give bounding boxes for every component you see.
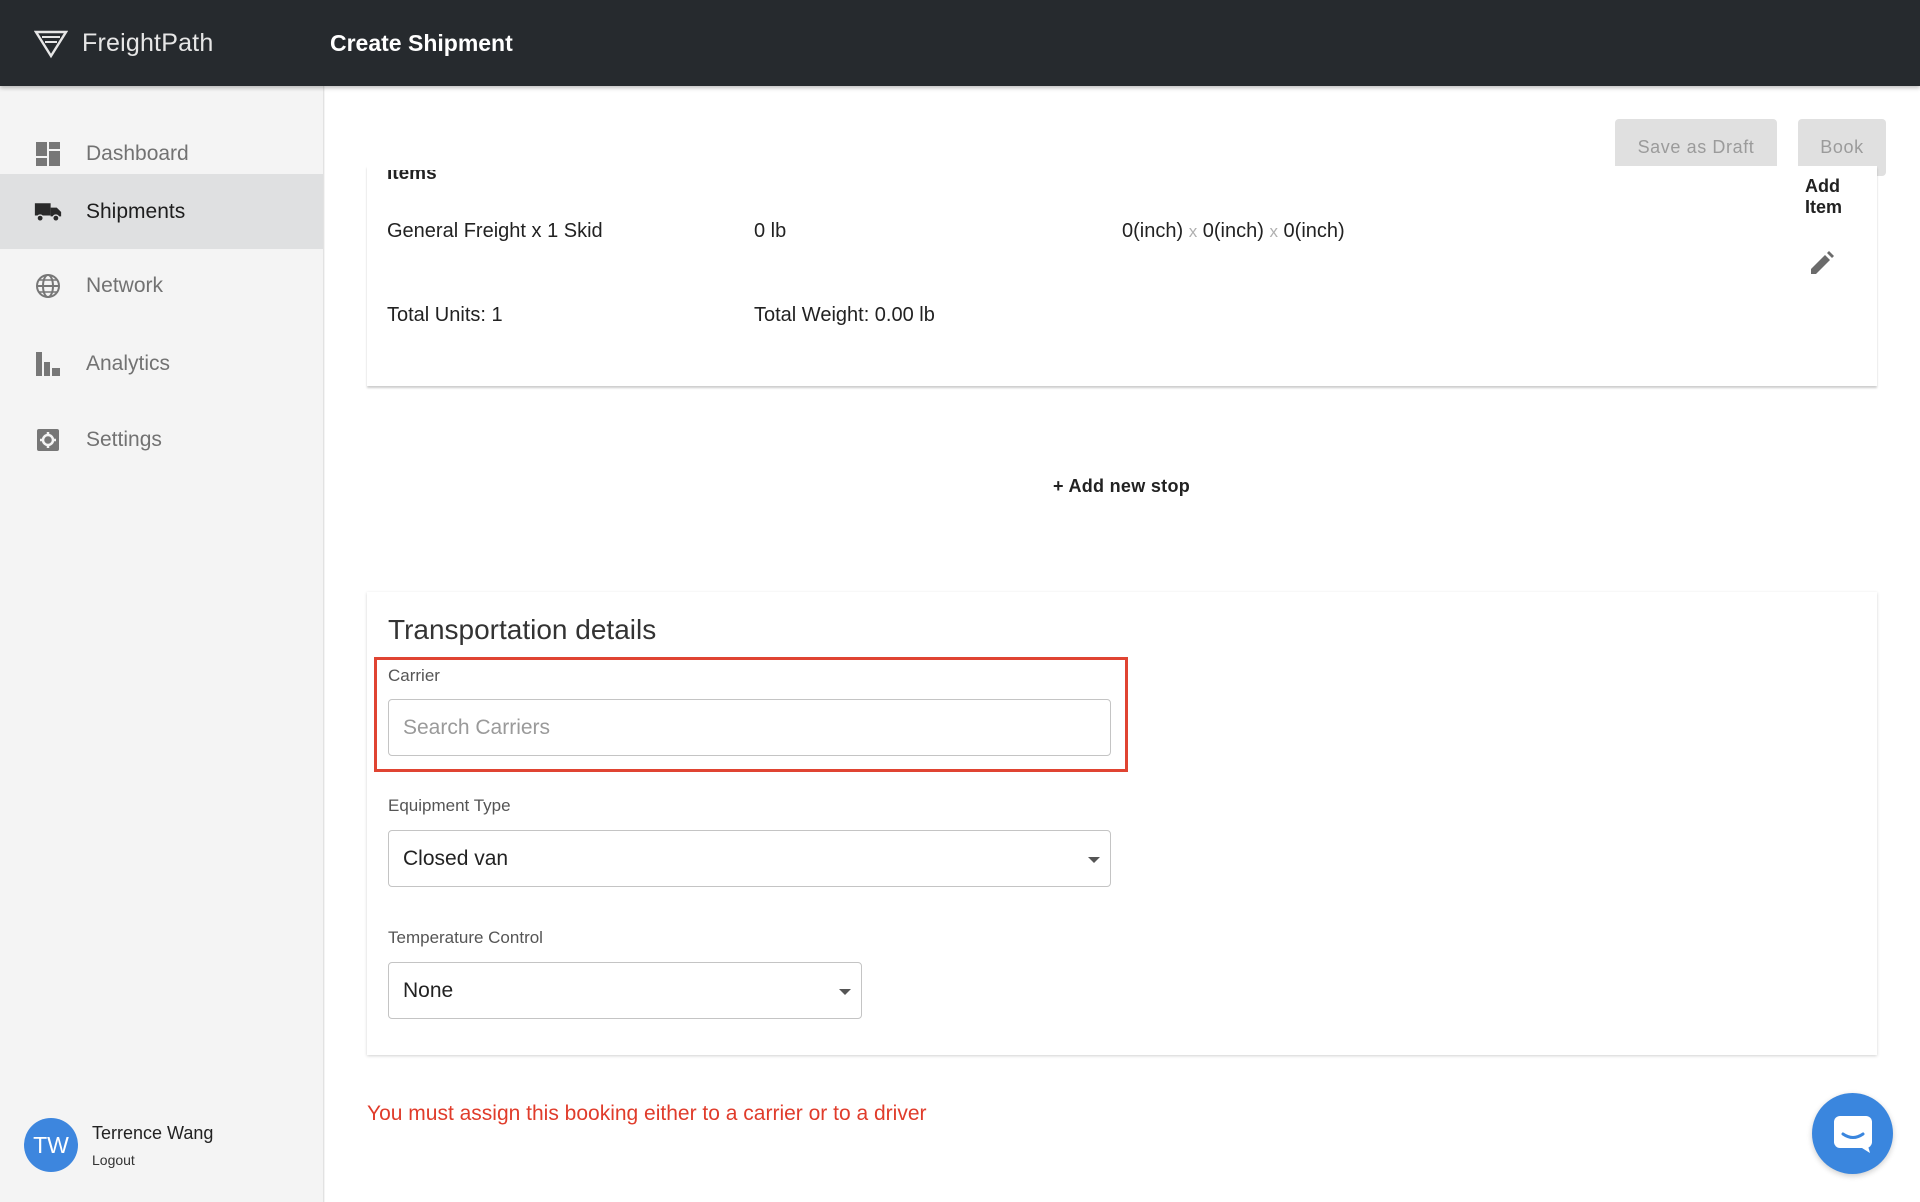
total-weight: Total Weight: 0.00 lb [754,304,935,326]
temperature-control-select[interactable]: None [388,962,862,1019]
globe-icon [34,272,62,300]
user-name: Terrence Wang [92,1122,214,1143]
edit-pencil-icon[interactable] [1807,250,1835,278]
item-width: 0(inch) [1202,220,1264,242]
sidebar-item-label: Network [86,273,164,297]
validation-error-message: You must assign this booking either to a… [367,1102,927,1125]
freightpath-logo-icon [34,30,68,59]
brand-name: FreightPath [82,28,214,57]
add-new-stop-button[interactable]: + Add new stop [1053,476,1190,497]
carrier-label: Carrier [388,666,440,685]
dropdown-arrow-icon [1088,857,1100,863]
equipment-type-value: Closed van [403,846,509,870]
dropdown-arrow-icon [839,989,851,995]
chat-icon [1833,1115,1872,1153]
temperature-control-label: Temperature Control [388,928,543,947]
sidebar-item-shipments[interactable]: Shipments [0,174,323,249]
equipment-type-label: Equipment Type [388,796,511,815]
truck-icon [34,198,62,226]
sidebar-item-label: Shipments [86,199,186,223]
item-dimensions: 0(inch) x 0(inch) x 0(inch) [1122,220,1345,243]
logout-link[interactable]: Logout [92,1152,213,1168]
brand[interactable]: FreightPath [0,26,330,60]
item-weight: 0 lb [754,220,787,242]
avatar[interactable]: TW [24,1118,78,1172]
sidebar-item-network[interactable]: Network [0,248,323,323]
sidebar-item-settings[interactable]: Settings [0,402,323,477]
gear-icon [34,426,62,454]
item-height: 0(inch) [1283,220,1345,242]
carrier-search-input[interactable] [388,699,1111,756]
page-title: Create Shipment [330,29,513,56]
add-item-button[interactable]: Add Item [1805,176,1877,218]
item-length: 0(inch) [1122,220,1184,242]
sidebar-item-label: Analytics [86,351,171,375]
sidebar-item-label: Dashboard [86,141,189,165]
dimension-separator: x [1188,222,1198,241]
items-title: Items [387,170,437,182]
temperature-control-value: None [403,978,454,1002]
top-bar: FreightPath Create Shipment [0,0,1920,86]
main-content: Save as Draft Book Items Add Item Genera… [325,86,1920,1202]
total-units: Total Units: 1 [387,304,503,326]
equipment-type-select[interactable]: Closed van [388,830,1111,887]
bar-chart-icon [34,350,62,378]
section-title: Transportation details [388,614,657,645]
sidebar-item-label: Settings [86,427,162,451]
user-profile: TW Terrence Wang Logout [24,1118,213,1172]
sidebar: Dashboard Shipments Network Analytics Se… [0,86,324,1202]
sidebar-item-analytics[interactable]: Analytics [0,326,323,401]
dimension-separator: x [1269,222,1278,241]
items-card: Items Add Item General Freight x 1 Skid … [367,166,1877,386]
dashboard-icon [34,140,62,168]
chat-support-button[interactable] [1812,1093,1893,1174]
item-description: General Freight x 1 Skid [387,220,603,242]
transportation-details-card: Transportation details Carrier Equipment… [367,592,1877,1055]
